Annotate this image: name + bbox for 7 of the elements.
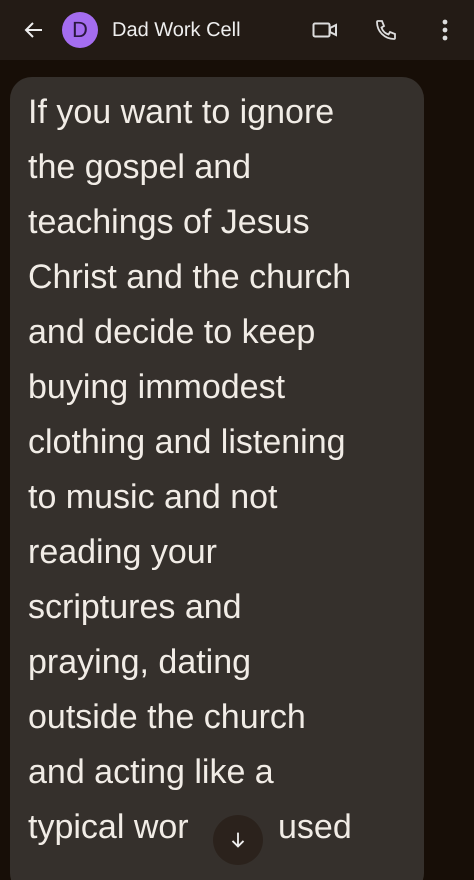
phone-call-icon[interactable] [374,18,398,42]
more-options-icon[interactable] [442,19,448,41]
message-text-fragment: typical wor [28,807,189,848]
video-call-icon[interactable] [312,20,338,40]
message-text-fragment: used [278,807,352,848]
contact-avatar[interactable]: D [62,12,98,48]
contact-name[interactable]: Dad Work Cell [112,18,312,42]
